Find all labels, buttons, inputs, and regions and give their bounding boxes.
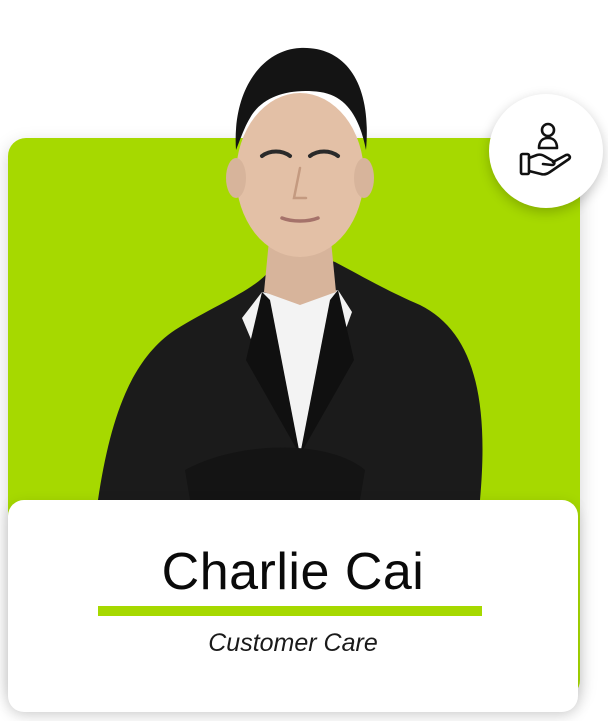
customer-care-hand-icon	[519, 122, 572, 176]
name-underline	[98, 606, 482, 616]
name-panel: Charlie Cai Customer Care	[8, 500, 578, 712]
profile-name: Charlie Cai	[161, 543, 425, 601]
profile-role: Customer Care	[208, 629, 378, 657]
customer-care-badge	[489, 94, 603, 208]
